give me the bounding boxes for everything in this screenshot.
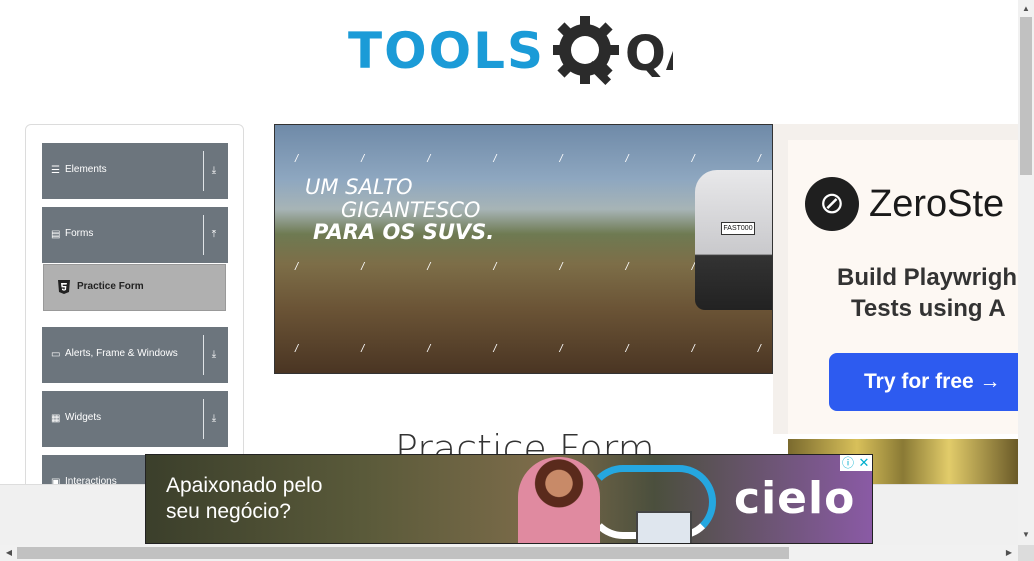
window-icon: ▭ bbox=[51, 349, 61, 360]
bottom-ad-text: Apaixonado pelo seu negócio? bbox=[166, 473, 322, 525]
upload-arrow-icon[interactable]: ⤒ bbox=[207, 227, 221, 243]
sidebar-item-label: Practice Form bbox=[77, 281, 144, 292]
vertical-scrollbar[interactable]: ▲ ▼ bbox=[1018, 0, 1034, 545]
scrollbar-corner bbox=[1018, 545, 1034, 561]
sidebar-group-alerts-frame-windows[interactable]: ▭ Alerts, Frame & Windows ⤓ bbox=[42, 327, 228, 383]
sidebar-group-label: Forms bbox=[65, 228, 94, 239]
hamburger-icon: ☰ bbox=[51, 165, 60, 176]
license-plate: FAST000 bbox=[721, 222, 755, 235]
sidebar-item-practice-form[interactable]: Practice Form bbox=[43, 264, 226, 311]
zerostep-logo-icon: ⊘ bbox=[805, 177, 859, 231]
download-arrow-icon[interactable]: ⤓ bbox=[207, 411, 221, 427]
sidebar-group-elements[interactable]: ☰ Elements ⤓ bbox=[42, 143, 228, 199]
try-for-free-button[interactable]: Try for free → bbox=[829, 353, 1018, 411]
decorative-slashes: / / / / / / / / / bbox=[295, 153, 772, 165]
right-ad-brand: ZeroSte bbox=[869, 183, 1005, 225]
sidebar-group-label: Widgets bbox=[65, 412, 102, 423]
banner-ad[interactable]: / / / / / / / / / / / / / / / / / / / / … bbox=[274, 124, 773, 374]
download-arrow-icon[interactable]: ⤓ bbox=[207, 163, 221, 179]
toolsqa-logo[interactable]: TOOLS QA bbox=[348, 14, 673, 94]
car-image bbox=[695, 170, 772, 310]
scroll-down-icon[interactable]: ▼ bbox=[1021, 530, 1031, 540]
person-image bbox=[518, 457, 600, 543]
decorative-slashes: / / / / / / / / / / / / bbox=[295, 343, 772, 355]
sidebar-group-label: Alerts, Frame & Windows bbox=[65, 348, 178, 359]
page: TOOLS QA ☰ bbox=[0, 0, 1034, 561]
document-icon: ▤ bbox=[51, 229, 61, 240]
svg-text:QA: QA bbox=[625, 26, 673, 82]
scroll-up-icon[interactable]: ▲ bbox=[1021, 4, 1031, 14]
download-arrow-icon[interactable]: ⤓ bbox=[207, 347, 221, 363]
banner-headline-3: PARA OS SUVS. bbox=[313, 220, 495, 244]
laptop-image bbox=[636, 511, 692, 543]
divider bbox=[203, 335, 204, 375]
sidebar-group-forms[interactable]: ▤ Forms ⤒ bbox=[42, 207, 228, 263]
scroll-right-icon[interactable]: ▶ bbox=[1004, 548, 1014, 558]
scroll-left-icon[interactable]: ◀ bbox=[4, 548, 14, 558]
right-ad[interactable]: ⊘ ZeroSte Build Playwrigh Tests using A … bbox=[773, 124, 1018, 434]
sidebar: ☰ Elements ⤓ ▤ Forms ⤒ Practice Form ▭ A… bbox=[25, 124, 244, 511]
horizontal-scrollbar[interactable]: ◀ ▶ bbox=[0, 545, 1018, 561]
bottom-ad[interactable]: Apaixonado pelo seu negócio? cielo ⓘ ✕ bbox=[145, 454, 873, 544]
ad-close-icon[interactable]: ✕ bbox=[856, 455, 872, 471]
bottom-ad-line-2: seu negócio? bbox=[166, 500, 291, 523]
banner-headline-2: GIGANTESCO bbox=[341, 198, 481, 222]
gear-qa-icon: QA bbox=[553, 16, 673, 86]
divider bbox=[203, 215, 204, 255]
divider bbox=[203, 151, 204, 191]
right-ad-tagline-2: Tests using A bbox=[851, 295, 1006, 322]
logo-text-tools: TOOLS bbox=[348, 22, 545, 80]
banner-headline-1: UM SALTO bbox=[305, 175, 413, 199]
horizontal-scroll-thumb[interactable] bbox=[17, 547, 789, 559]
sidebar-group-label: Elements bbox=[65, 164, 107, 175]
bottom-ad-line-1: Apaixonado pelo bbox=[166, 474, 323, 497]
ad-info-icon[interactable]: ⓘ bbox=[840, 455, 856, 471]
cielo-brand: cielo bbox=[734, 473, 856, 524]
sidebar-group-widgets[interactable]: ▦ Widgets ⤓ bbox=[42, 391, 228, 447]
html5-icon bbox=[58, 280, 70, 294]
right-ad-tagline-1: Build Playwrigh bbox=[837, 264, 1018, 291]
grid-icon: ▦ bbox=[51, 413, 61, 424]
divider bbox=[203, 399, 204, 439]
vertical-scroll-thumb[interactable] bbox=[1020, 17, 1032, 175]
